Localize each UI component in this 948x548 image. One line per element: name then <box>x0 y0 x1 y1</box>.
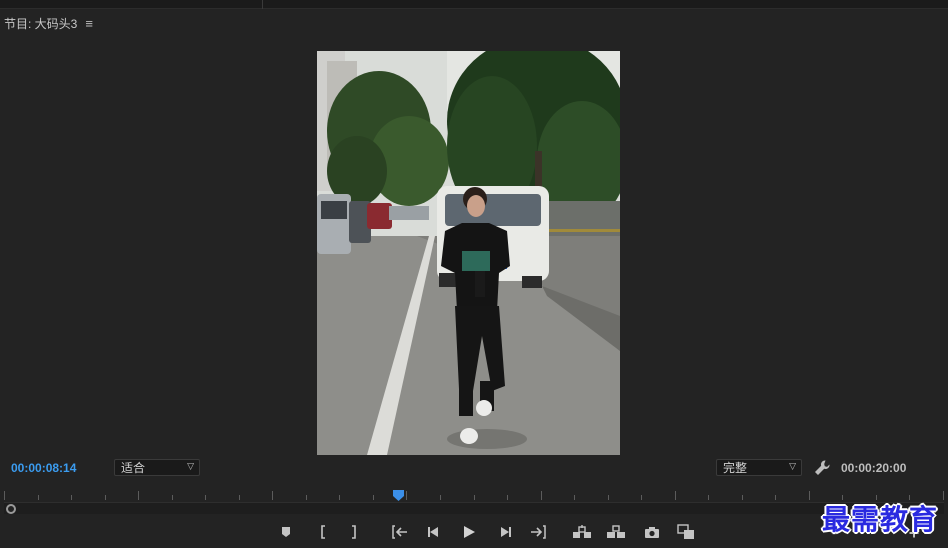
ruler-tick <box>4 491 5 500</box>
add-marker-button[interactable] <box>276 522 296 542</box>
ruler-tick <box>272 491 273 500</box>
mark-in-button[interactable] <box>313 522 333 542</box>
play-button[interactable] <box>459 522 479 542</box>
mark-in-icon <box>321 525 325 539</box>
ruler-tick <box>406 491 407 500</box>
ruler-tick <box>38 495 39 500</box>
go-to-out-icon <box>531 525 546 539</box>
ruler-tick <box>574 495 575 500</box>
panel-divider <box>262 0 263 9</box>
ruler-tick <box>507 495 508 500</box>
extract-icon <box>607 525 625 538</box>
transport-controls <box>0 520 948 544</box>
ruler-tick <box>440 495 441 500</box>
ruler-tick <box>708 495 709 500</box>
play-icon <box>464 526 475 538</box>
scrollbar-handle[interactable] <box>6 504 16 514</box>
current-timecode[interactable]: 00:00:08:14 <box>11 461 76 475</box>
zoom-level-value: 适合 <box>121 461 146 475</box>
mark-out-button[interactable] <box>344 522 364 542</box>
ruler-tick <box>943 491 944 500</box>
time-ruler[interactable] <box>4 486 944 500</box>
panel-title[interactable]: 节目: 大码头3 <box>4 15 77 32</box>
step-forward-button[interactable] <box>495 522 515 542</box>
go-to-out-button[interactable] <box>528 522 548 542</box>
playhead-marker[interactable] <box>393 488 404 501</box>
ruler-tick <box>809 491 810 500</box>
step-back-icon <box>428 527 438 537</box>
ruler-tick <box>775 495 776 500</box>
zoom-scrollbar[interactable] <box>4 502 944 514</box>
panel-header: 节目: 大码头3 ≡ <box>4 14 93 32</box>
marker-icon <box>282 527 290 537</box>
watermark-logo: 最需教育 <box>822 503 939 536</box>
ruler-tick <box>641 495 642 500</box>
ruler-tick <box>105 495 106 500</box>
export-frame-button[interactable] <box>642 522 662 542</box>
chevron-down-icon: ▽ <box>789 461 796 471</box>
ruler-tick <box>373 495 374 500</box>
ruler-tick <box>742 495 743 500</box>
ruler-tick <box>71 495 72 500</box>
step-back-button[interactable] <box>424 522 444 542</box>
ruler-tick <box>339 495 340 500</box>
step-forward-icon <box>501 527 511 537</box>
duration-timecode: 00:00:20:00 <box>841 461 907 475</box>
panel-menu-icon[interactable]: ≡ <box>85 16 93 31</box>
go-to-in-button[interactable] <box>390 522 410 542</box>
lift-button[interactable] <box>572 522 592 542</box>
playback-resolution-dropdown[interactable]: 完整 ▽ <box>716 459 802 476</box>
top-panel-strip <box>0 0 948 9</box>
ruler-tick <box>205 495 206 500</box>
camera-icon <box>645 527 659 538</box>
mark-out-icon <box>352 525 356 539</box>
ruler-tick <box>172 495 173 500</box>
go-to-in-icon <box>392 525 407 539</box>
ruler-tick <box>541 491 542 500</box>
ruler-tick <box>239 495 240 500</box>
ruler-tick <box>675 491 676 500</box>
monitor-control-row: 00:00:08:14 适合 ▽ 完整 ▽ 00:00:20:00 <box>0 458 948 478</box>
playback-resolution-value: 完整 <box>723 461 748 475</box>
ruler-tick <box>608 495 609 500</box>
comparison-view-button[interactable] <box>676 522 696 542</box>
program-monitor-video[interactable] <box>317 51 620 455</box>
video-frame-image <box>317 51 620 455</box>
chevron-down-icon: ▽ <box>187 461 194 471</box>
lift-icon <box>573 525 591 538</box>
ruler-tick <box>306 495 307 500</box>
comparison-view-icon <box>677 524 694 539</box>
wrench-icon[interactable] <box>813 459 831 477</box>
ruler-tick <box>138 491 139 500</box>
extract-button[interactable] <box>606 522 626 542</box>
ruler-tick <box>474 495 475 500</box>
zoom-level-dropdown[interactable]: 适合 ▽ <box>114 459 200 476</box>
